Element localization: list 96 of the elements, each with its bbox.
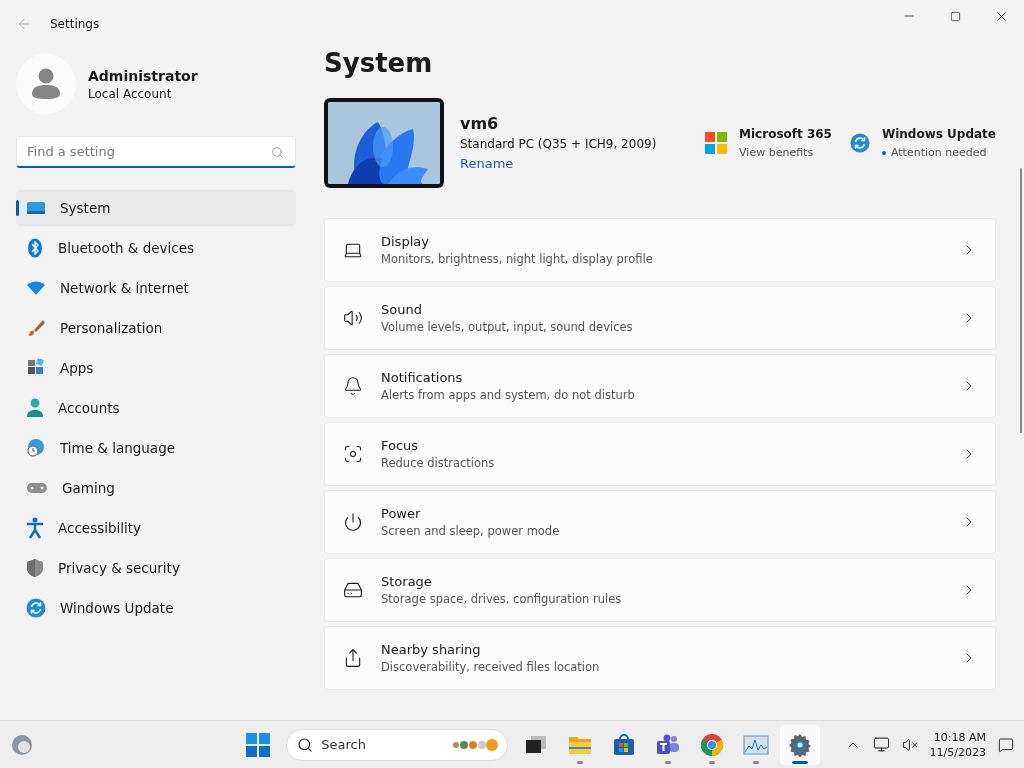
card-title: Focus [381,438,420,453]
nav-item[interactable]: Privacy & security [16,550,296,586]
search-icon [271,145,284,159]
promo-subtitle: Attention needed [890,146,987,159]
gear-icon [788,732,813,757]
nav-label: Personalization [60,320,163,336]
bluetooth-icon [26,238,44,258]
nav-item[interactable]: Windows Update [16,590,296,626]
share-icon [343,648,363,668]
refresh-icon [26,598,46,618]
focus-icon [343,444,363,464]
clock[interactable]: 10:18 AM 11/5/2023 [929,729,986,760]
card-title: Power [381,506,422,521]
search-icon [297,736,314,753]
card-subtitle: Discoverability, received files location [381,660,601,674]
status-dot [881,150,886,155]
brush-icon [26,318,46,338]
folder-icon [568,734,593,755]
taskbar-app[interactable] [780,724,821,765]
window-title: Settings [50,17,100,31]
nav-label: System [60,200,111,216]
time: 10:18 AM [933,729,986,745]
chart-monitor-icon [743,734,770,755]
nav-item[interactable]: Accessibility [16,510,296,546]
nav-label: Apps [60,360,94,376]
nav-label: Windows Update [60,600,174,616]
weather-icon[interactable] [10,732,34,757]
nav-item[interactable]: Apps [16,350,296,386]
task-view-icon [525,734,548,755]
promo-subtitle: View benefits [739,146,814,159]
settings-card[interactable]: Focus Reduce distractions [324,422,996,486]
promo-title[interactable]: Windows Update [881,127,996,141]
nav-label: Time & language [60,440,175,456]
rename-link[interactable]: Rename [460,156,514,171]
four-squares-logo-icon [705,132,728,154]
card-subtitle: Monitors, brightness, night light, display profile [381,252,654,266]
nav-item[interactable]: Bluetooth & devices [16,230,296,266]
taskbar-search-field[interactable]: Search [286,728,509,761]
card-subtitle: Volume levels, output, input, sound devices [381,320,634,334]
windows-logo-icon [246,732,271,757]
browser-icon [700,732,725,757]
nav-item[interactable]: Network & internet [16,270,296,306]
wifi-icon [26,280,46,296]
monitor-icon [26,200,46,216]
nav-label: Bluetooth & devices [58,240,195,256]
card-title: Sound [381,302,423,317]
settings-card[interactable]: Storage Storage space, drives, configuration rules [324,558,996,622]
nav-label: Gaming [62,480,115,496]
accessibility-icon [26,517,44,539]
notification-icon[interactable] [998,736,1014,753]
shopping-bag-icon [613,733,636,756]
nav-item[interactable]: Time & language [16,430,296,466]
user-name: Administrator [88,67,198,84]
page-title: System [324,48,434,78]
card-title: Display [381,234,430,249]
globe-clock-icon [26,438,46,458]
device-name: vm6 [460,114,500,133]
planets-icon [452,737,499,752]
shield-icon [26,558,44,578]
refresh-icon [849,133,870,153]
person-icon [26,398,44,418]
people-chat-icon [656,733,681,756]
muted-speaker-icon[interactable] [901,736,918,753]
nav-item[interactable]: System [16,190,296,226]
account-type: Local Account [88,86,173,101]
network-monitor-icon[interactable] [872,736,890,753]
nav-label: Accounts [58,400,120,416]
nav-label: Privacy & security [58,560,180,576]
gamepad-icon [26,480,48,496]
drive-icon [343,580,363,600]
nav-item[interactable]: Gaming [16,470,296,506]
bell-icon [343,376,363,396]
card-subtitle: Screen and sleep, power mode [381,524,561,538]
device-model: Standard PC (Q35 + ICH9, 2009) [460,137,658,151]
card-subtitle: Reduce distractions [381,456,496,470]
settings-card[interactable]: Power Screen and sleep, power mode [324,490,996,554]
card-title: Storage [381,574,433,589]
speaker-icon [343,308,363,328]
settings-card[interactable]: Nearby sharing Discoverability, received files location [324,626,996,690]
nav-item[interactable]: Accounts [16,390,296,426]
promo-title[interactable]: Microsoft 365 [739,127,832,141]
card-title: Nearby sharing [381,642,482,657]
card-subtitle: Storage space, drives, configuration rules [381,592,623,606]
nav-label: Accessibility [58,520,142,536]
scrollbar-thumb[interactable] [1020,168,1022,433]
settings-card[interactable]: Display Monitors, brightness, night light, display profile [324,218,996,282]
power-icon [343,512,363,532]
settings-card[interactable]: Sound Volume levels, output, input, sound devices [324,286,996,350]
date: 11/5/2023 [929,744,986,760]
card-subtitle: Alerts from apps and system, do not disturb [381,388,636,402]
maximize-icon[interactable] [949,10,961,22]
nav-label: Network & internet [60,280,189,296]
settings-search-field[interactable]: Find a setting [16,136,296,168]
nav-item[interactable]: Personalization [16,310,296,346]
settings-card[interactable]: Notifications Alerts from apps and system, do not disturb [324,354,996,418]
card-title: Notifications [381,370,464,385]
